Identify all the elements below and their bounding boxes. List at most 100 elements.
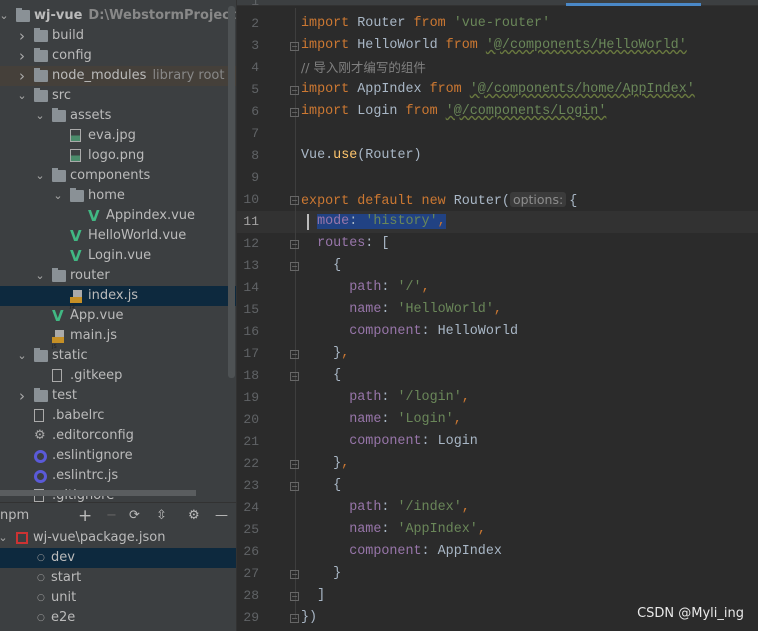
gear-icon: ⚙ [34,428,46,443]
tree-vertical-scrollbar[interactable] [228,6,235,378]
tree-item[interactable]: JS main.js [0,326,236,350]
tree-horizontal-scrollbar[interactable] [0,490,196,496]
fold-marker-icon[interactable]: − [290,350,299,359]
line-number: 16 [243,324,259,339]
tree-item[interactable]: .gitkeep [0,366,236,386]
chevron-right-icon[interactable]: › [16,46,28,66]
tree-item-label: App.vue [70,308,124,323]
code-line[interactable]: mode: 'history', [301,211,446,233]
fold-marker-icon[interactable]: − [290,592,299,601]
fold-marker-icon[interactable]: − [290,460,299,469]
npm-script-item[interactable]: ○ unit [0,588,236,608]
chevron-down-icon[interactable]: ⌄ [34,166,46,186]
tree-item[interactable]: V HelloWorld.vue [0,226,236,246]
code-line[interactable]: import Login from '@/components/Login' [301,101,606,123]
fold-marker-icon[interactable]: − [290,570,299,579]
code-line[interactable]: routes: [ [301,233,389,255]
npm-script-item[interactable]: ○ dev [0,548,236,568]
code-token: : [381,412,398,427]
code-line[interactable]: component: HelloWorld [301,321,518,343]
chevron-down-icon[interactable]: ⌄ [0,6,10,26]
code-line[interactable]: // 导入刚才编写的组件 [301,57,426,79]
tree-item[interactable]: ⌄ static [0,346,236,366]
npm-script-item[interactable]: ○ start [0,568,236,588]
npm-script-item[interactable]: ○ e2e [0,608,236,628]
fold-marker-icon[interactable]: − [290,108,299,117]
code-line[interactable]: }, [301,453,349,475]
code-line[interactable]: Vue.use(Router) [301,145,422,167]
line-number: 13 [243,258,259,273]
tree-item[interactable]: ⚙ .editorconfig [0,426,236,446]
code-line[interactable]: import AppIndex from '@/components/home/… [301,79,695,101]
code-line[interactable]: ] [301,585,325,607]
chevron-down-icon[interactable]: ⌄ [34,106,46,126]
minimize-icon[interactable]: — [215,503,228,529]
npm-package[interactable]: ⌄ wj-vue\package.json [0,528,236,548]
fold-marker-icon[interactable]: − [290,196,299,205]
code-line[interactable]: import Router from 'vue-router' [301,13,550,35]
tree-item[interactable]: JS index.js [0,286,236,310]
line-number: 19 [243,390,259,405]
tree-item[interactable]: ⌄ components [0,166,236,186]
tree-item[interactable]: ⌄ home [0,186,236,206]
tree-item[interactable]: .eslintrc.js [0,466,236,486]
tree-item[interactable]: V Appindex.vue [0,206,236,226]
add-icon[interactable]: + [78,503,92,529]
tree-item[interactable]: › config [0,46,236,66]
chevron-down-icon[interactable]: ⌄ [16,346,28,366]
tree-item[interactable]: ⌄ src [0,86,236,106]
tree-item[interactable]: › node_modules library root [0,66,236,86]
chevron-down-icon[interactable]: ⌄ [0,528,9,548]
fold-marker-icon[interactable]: − [290,86,299,95]
fold-marker-icon[interactable]: − [290,262,299,271]
tree-item[interactable]: › build [0,26,236,46]
collapse-icon[interactable]: ⇳ [156,503,167,529]
chevron-right-icon[interactable]: › [16,26,28,46]
code-editor[interactable]: 1 2 import Router from 'vue-router' 3− impor… [236,0,758,631]
chevron-down-icon[interactable]: ⌄ [34,266,46,286]
code-line[interactable]: import HelloWorld from '@/components/Hel… [301,35,687,57]
code-line[interactable]: path: '/', [301,277,429,299]
fold-marker-icon[interactable]: − [290,240,299,249]
tree-item[interactable]: ⌄ router [0,266,236,286]
line-number: 20 [243,412,259,427]
chevron-right-icon[interactable]: › [16,386,28,406]
folder-icon [52,168,66,182]
code-line[interactable]: path: '/login', [301,387,470,409]
remove-icon[interactable]: − [106,503,117,529]
code-line[interactable]: }, [301,343,349,365]
code-line[interactable]: name: 'Login', [301,409,462,431]
code-line[interactable]: } [301,563,341,585]
chevron-down-icon[interactable]: ⌄ [52,186,64,206]
code-line[interactable]: { [301,475,341,497]
code-line[interactable]: { [301,255,341,277]
code-line[interactable]: export default new Router(options:{ [301,189,577,211]
tree-item[interactable]: › test [0,386,236,406]
code-line[interactable]: component: AppIndex [301,541,502,563]
tree-item[interactable]: .eslintignore [0,446,236,466]
fold-marker-icon[interactable]: − [290,42,299,51]
tree-item[interactable]: .babelrc [0,406,236,426]
fold-marker-icon[interactable]: − [290,482,299,491]
code-line[interactable]: name: 'AppIndex', [301,519,486,541]
tree-item[interactable]: V App.vue [0,306,236,326]
fold-marker-icon[interactable]: − [290,614,299,623]
code-line[interactable]: { [301,365,341,387]
tree-item[interactable]: V Login.vue [0,246,236,266]
tree-item[interactable]: eva.jpg [0,126,236,146]
gear-icon[interactable]: ⚙ [188,503,200,529]
refresh-icon[interactable]: ⟳ [129,503,140,529]
chevron-down-icon[interactable]: ⌄ [16,86,28,106]
chevron-right-icon[interactable]: › [16,66,28,86]
tree-item[interactable]: logo.png [0,146,236,166]
code-token: '/' [397,280,422,295]
code-line[interactable]: name: 'HelloWorld', [301,299,502,321]
fold-marker-icon[interactable]: − [290,372,299,381]
code-token: : [381,280,398,295]
tree-item[interactable]: ⌄ assets [0,106,236,126]
code-line[interactable]: component: Login [301,431,478,453]
code-line[interactable]: path: '/index', [301,497,470,519]
code-line[interactable]: }) [301,607,317,629]
tree-item[interactable]: ⌄ wj-vueD:\WebstormProjects\wj-vue [0,6,236,26]
